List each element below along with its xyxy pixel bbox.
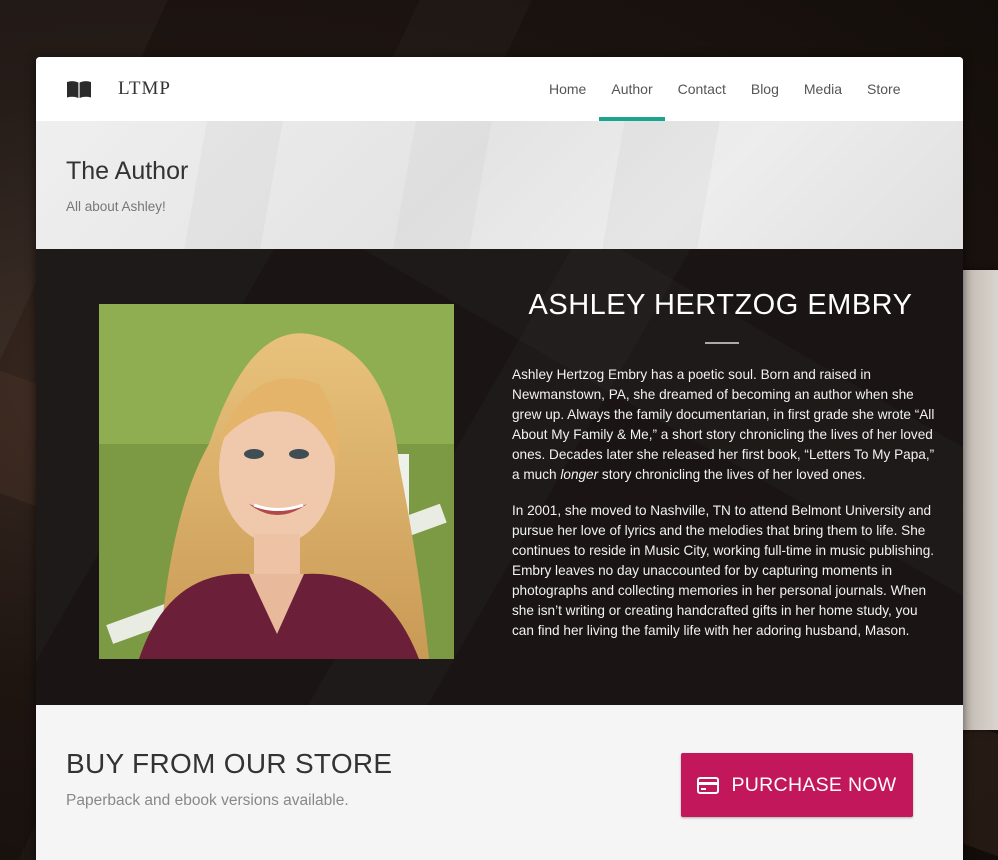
name-divider bbox=[705, 342, 739, 344]
bio-paragraph: In 2001, she moved to Nashville, TN to a… bbox=[512, 503, 935, 638]
nav-store[interactable]: Store bbox=[855, 57, 913, 121]
brand-name: LTMP bbox=[118, 78, 171, 99]
author-photo bbox=[99, 304, 454, 659]
navbar: LTMP Home Author Contact Blog Media Stor… bbox=[36, 57, 963, 121]
store-section: BUY FROM OUR STORE Paperback and ebook v… bbox=[36, 705, 963, 860]
nav-media[interactable]: Media bbox=[791, 57, 854, 121]
page-header: The Author All about Ashley! bbox=[36, 121, 963, 249]
bio-paragraph: Ashley Hertzog Embry has a poetic soul. … bbox=[512, 367, 935, 482]
background-paper bbox=[958, 270, 998, 730]
author-section: ASHLEY HERTZOG EMBRY Ashley Hertzog Embr… bbox=[36, 249, 963, 705]
store-subtitle: Paperback and ebook versions available. bbox=[66, 792, 349, 809]
brand-logo[interactable]: LTMP bbox=[66, 78, 171, 100]
page-title: The Author bbox=[66, 157, 189, 185]
page-container: LTMP Home Author Contact Blog Media Stor… bbox=[36, 57, 963, 860]
main-nav: Home Author Contact Blog Media Store bbox=[537, 57, 914, 121]
nav-contact[interactable]: Contact bbox=[665, 57, 738, 121]
book-icon bbox=[66, 79, 92, 99]
page-subtitle: All about Ashley! bbox=[66, 199, 166, 214]
purchase-now-label: PURCHASE NOW bbox=[731, 773, 897, 796]
credit-card-icon bbox=[697, 776, 720, 794]
nav-author[interactable]: Author bbox=[598, 57, 666, 121]
nav-blog[interactable]: Blog bbox=[738, 57, 791, 121]
nav-home[interactable]: Home bbox=[537, 57, 599, 121]
author-name: ASHLEY HERTZOG EMBRY bbox=[528, 289, 913, 321]
purchase-now-button[interactable]: PURCHASE NOW bbox=[681, 753, 913, 817]
store-title: BUY FROM OUR STORE bbox=[66, 748, 393, 779]
author-bio: Ashley Hertzog Embry has a poetic soul. … bbox=[512, 365, 937, 657]
